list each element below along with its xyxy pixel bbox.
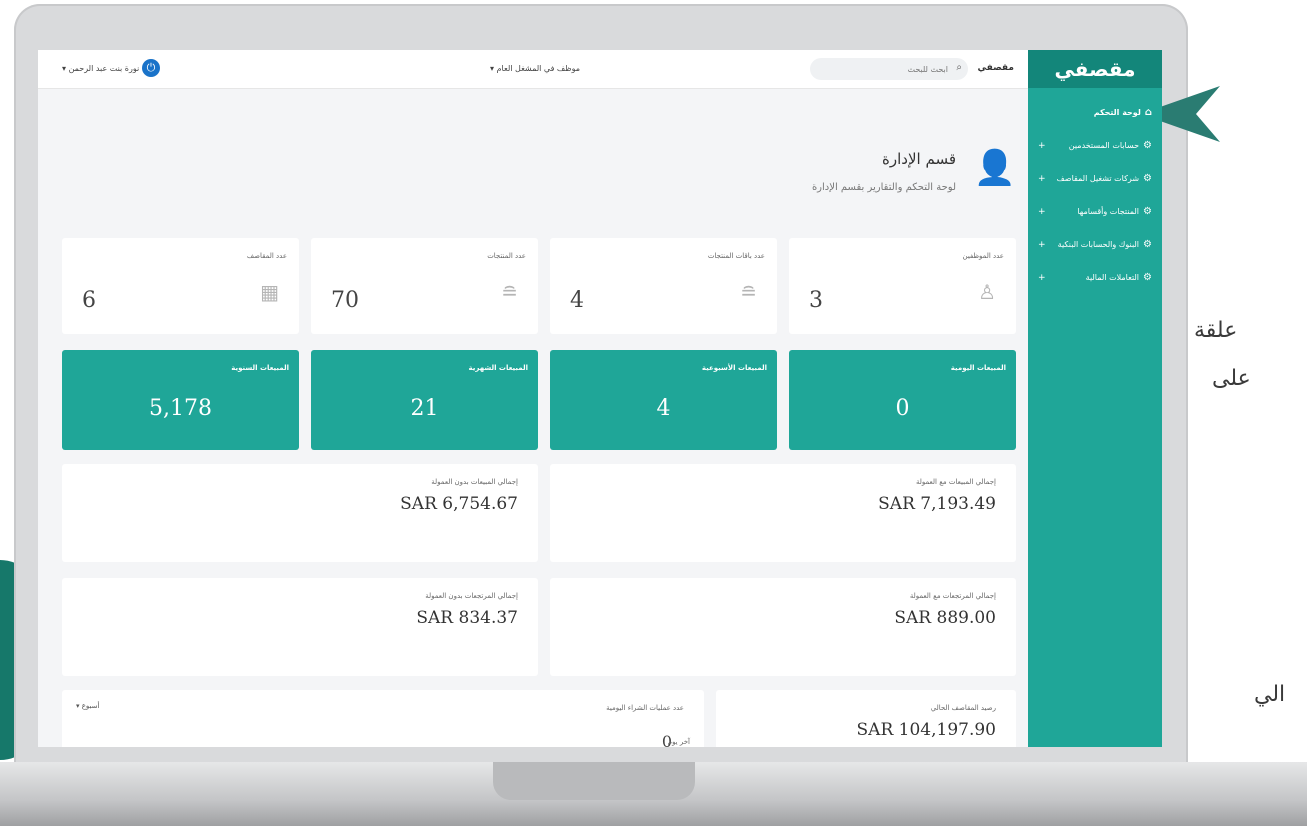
expand-icon: + [1038,272,1046,283]
sidebar-item-label: شركات تشغيل المقاصف [1056,174,1140,183]
sidebar-item-label: لوحة التحكم [1093,108,1141,117]
sales-value: 0 [895,396,910,421]
total-returns-with-commission-card: إجمالي المرتجعات مع العمولة SAR 889.00 [550,578,1016,676]
daily-purchases-card: عدد عمليات الشراء اليومية 0 آخر يوم أسبو… [62,690,704,747]
sidebar-item-financial-transactions[interactable]: ⚙ التعاملات المالية + [1028,261,1162,294]
burger-icon: ≘ [740,280,757,304]
expand-icon: + [1038,140,1046,151]
stat-label: عدد الموظفين [962,252,1005,260]
stat-value: 4 [570,288,584,313]
total-value: SAR 834.37 [416,608,518,628]
stat-card-employees: عدد الموظفين ♙ 3 [789,238,1016,334]
canteen-balance-card: رصيد المقاصف الحالي SAR 104,197.90 [716,690,1016,747]
burger-icon: ≘ [501,280,518,304]
sales-card-yearly: المبيعات السنوية 5,178 [62,350,299,450]
stat-label: عدد المقاصف [246,252,287,260]
sales-card-monthly: المبيعات الشهرية 21 [311,350,538,450]
admin-user-gear-icon: 👤 [973,148,1016,188]
page-title: قسم الإدارة [882,150,956,168]
gear-icon: ⚙ [1143,239,1152,250]
sales-value: 4 [656,396,671,421]
sidebar-item-label: التعاملات المالية [1085,273,1140,282]
sidebar: مقصفي ⌂ لوحة التحكم ⚙ حسابات المستخدمين + … [1028,50,1162,747]
store-icon: ▦ [260,280,279,304]
gear-icon: ⚙ [1143,173,1152,184]
sales-label: المبيعات اليومية [950,364,1006,372]
stat-value: 3 [809,288,823,313]
sales-value: 21 [410,396,439,421]
total-value: SAR 7,193.49 [878,494,996,514]
expand-icon: + [1038,239,1046,250]
balance-label: رصيد المقاصف الحالي [930,704,996,712]
stat-card-products: عدد المنتجات ≘ 70 [311,238,538,334]
sidebar-item-canteen-companies[interactable]: ⚙ شركات تشغيل المقاصف + [1028,162,1162,195]
stat-card-canteens: عدد المقاصف ▦ 6 [62,238,299,334]
gear-icon: ⚙ [1143,272,1152,283]
stat-label: عدد المنتجات [487,252,526,260]
total-sales-with-commission-card: إجمالي المبيعات مع العمولة SAR 7,193.49 [550,464,1016,562]
stat-value: 6 [82,288,96,313]
total-value: SAR 6,754.67 [400,494,518,514]
overlay-text: الي [1254,682,1286,707]
role-label: موظف في المشغل العام [496,64,580,73]
sidebar-item-label: البنوك والحسابات البنكية [1057,240,1140,249]
overlay-text: على [1212,366,1251,391]
gear-icon: ⚙ [1143,140,1152,151]
chevron-down-icon: ▾ [490,64,495,73]
sales-label: المبيعات السنوية [231,364,289,372]
total-label: إجمالي المبيعات مع العمولة [915,478,996,486]
expand-icon: + [1038,206,1046,217]
sales-card-weekly: المبيعات الأسبوعية 4 [550,350,777,450]
stat-value: 70 [331,288,359,313]
total-label: إجمالي المرتجعات مع العمولة [909,592,996,600]
total-sales-without-commission-card: إجمالي المبيعات بدون العمولة SAR 6,754.6… [62,464,538,562]
total-value: SAR 889.00 [894,608,996,628]
user-icon: ♙ [978,280,996,304]
expand-icon: + [1038,173,1046,184]
search-input[interactable] [810,58,968,80]
chevron-down-icon: ▾ [76,702,80,710]
chevron-down-icon: ▾ [62,64,67,73]
total-returns-without-commission-card: إجمالي المرتجعات بدون العمولة SAR 834.37 [62,578,538,676]
sidebar-item-label: المنتجات وأقسامها [1077,207,1140,216]
period-dropdown[interactable]: أسبوع ▾ [76,702,99,710]
sidebar-nav: ⌂ لوحة التحكم ⚙ حسابات المستخدمين + ⚙ شركات… [1028,88,1162,294]
sales-card-daily: المبيعات اليومية 0 [789,350,1016,450]
overlay-text: علقة [1194,318,1238,343]
sales-value: 5,178 [149,396,212,421]
sales-label: المبيعات الشهرية [468,364,529,372]
page-subtitle: لوحة التحكم والتقارير بقسم الإدارة [811,182,956,193]
sidebar-item-dashboard[interactable]: ⌂ لوحة التحكم [1028,96,1162,129]
topbar-brand[interactable]: مقصفي [977,63,1014,73]
topbar: مقصفي ⌕ موظف في المشغل العام ▾ ⏻ نورة بن… [38,50,1028,89]
sidebar-item-banks[interactable]: ⚙ البنوك والحسابات البنكية + [1028,228,1162,261]
sidebar-item-products[interactable]: ⚙ المنتجات وأقسامها + [1028,195,1162,228]
period-dropdown-value: أسبوع [81,702,100,710]
balance-value: SAR 104,197.90 [856,720,996,740]
user-menu[interactable]: نورة بنت عبد الرحمن ▾ [62,64,139,73]
home-icon: ⌂ [1144,107,1152,118]
laptop-notch [493,762,695,800]
total-label: إجمالي المرتجعات بدون العمولة [425,592,518,600]
search-icon[interactable]: ⌕ [956,62,962,73]
sidebar-item-label: حسابات المستخدمين [1068,141,1140,150]
role-selector[interactable]: موظف في المشغل العام ▾ [490,64,580,73]
app-screen: مقصفي ⌂ لوحة التحكم ⚙ حسابات المستخدمين + … [38,50,1162,747]
sales-label: المبيعات الأسبوعية [701,364,767,372]
user-name: نورة بنت عبد الرحمن [68,64,140,73]
sidebar-item-user-accounts[interactable]: ⚙ حسابات المستخدمين + [1028,129,1162,162]
gear-icon: ⚙ [1143,206,1152,217]
main-content: 👤 قسم الإدارة لوحة التحكم والتقارير بقسم… [38,88,1028,747]
total-label: إجمالي المبيعات بدون العمولة [431,478,518,486]
logo[interactable]: مقصفي [1028,50,1162,88]
stat-label: عدد باقات المنتجات [707,252,765,260]
power-icon[interactable]: ⏻ [142,59,160,77]
stat-card-product-bundles: عدد باقات المنتجات ≘ 4 [550,238,777,334]
daily-purchases-unit: آخر يوم [667,738,690,746]
daily-purchases-label: عدد عمليات الشراء اليومية [606,704,684,712]
